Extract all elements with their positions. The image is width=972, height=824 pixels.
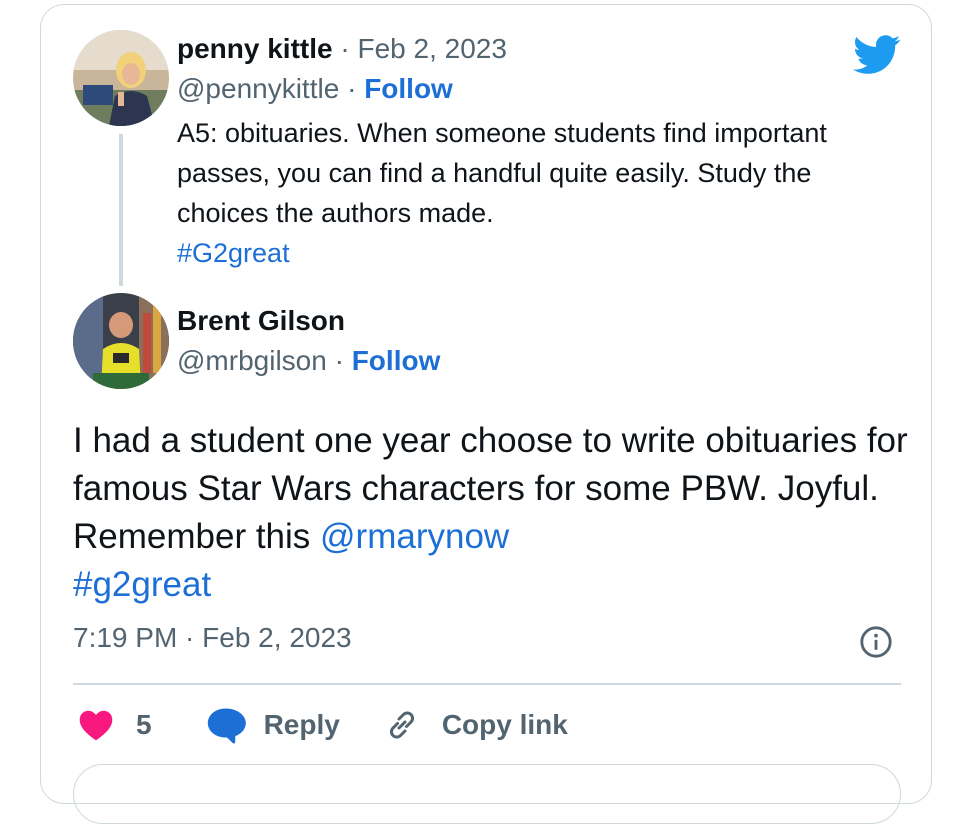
like-button[interactable]: 5 xyxy=(78,709,152,741)
main-handle-row: @mrbgilson · Follow xyxy=(177,345,440,377)
read-replies-button[interactable] xyxy=(73,764,901,824)
heart-icon xyxy=(79,710,113,741)
quoted-author-header: penny kittle · Feb 2, 2023 xyxy=(177,33,507,65)
speech-bubble-icon xyxy=(207,708,246,744)
follow-penny-button[interactable]: Follow xyxy=(364,73,453,104)
reply-button[interactable]: Reply xyxy=(206,706,340,744)
quoted-handle-row: @pennykittle · Follow xyxy=(177,73,453,104)
main-tweet-text: I had a student one year choose to write… xyxy=(73,417,913,609)
main-author-handle[interactable]: @mrbgilson xyxy=(177,345,327,376)
hashtag-g2great-main[interactable]: #g2great xyxy=(73,565,211,604)
avatar-brent-gilson[interactable] xyxy=(73,293,169,389)
tweet-timestamp[interactable]: 7:19 PM · Feb 2, 2023 xyxy=(73,622,352,654)
reply-label: Reply xyxy=(263,709,340,740)
tweet-actions-bar: 5 Reply Copy link xyxy=(78,702,568,748)
like-count: 5 xyxy=(136,709,152,740)
separator-dot: · xyxy=(340,33,350,64)
copy-link-button[interactable]: Copy link xyxy=(384,707,568,743)
quoted-tweet-text: A5: obituaries. When someone students fi… xyxy=(177,113,857,273)
quoted-tweet-date[interactable]: Feb 2, 2023 xyxy=(357,33,506,64)
avatar-penny-kittle[interactable] xyxy=(73,30,169,126)
quoted-author-handle[interactable]: @pennykittle xyxy=(177,73,339,104)
follow-brent-button[interactable]: Follow xyxy=(352,345,441,376)
twitter-bird-icon[interactable] xyxy=(853,35,901,75)
actions-divider xyxy=(73,683,901,685)
quoted-author-name[interactable]: penny kittle xyxy=(177,33,333,64)
separator-dot: · xyxy=(334,345,344,376)
hashtag-g2great-quoted[interactable]: #G2great xyxy=(177,238,290,268)
info-icon[interactable] xyxy=(859,625,893,659)
quoted-tweet-body: A5: obituaries. When someone students fi… xyxy=(177,118,827,228)
link-icon xyxy=(389,711,414,739)
thread-connector-line xyxy=(119,134,123,286)
copy-link-label: Copy link xyxy=(441,709,568,740)
mention-rmarynow[interactable]: @rmarynow xyxy=(320,517,509,556)
main-author-name[interactable]: Brent Gilson xyxy=(177,305,345,337)
